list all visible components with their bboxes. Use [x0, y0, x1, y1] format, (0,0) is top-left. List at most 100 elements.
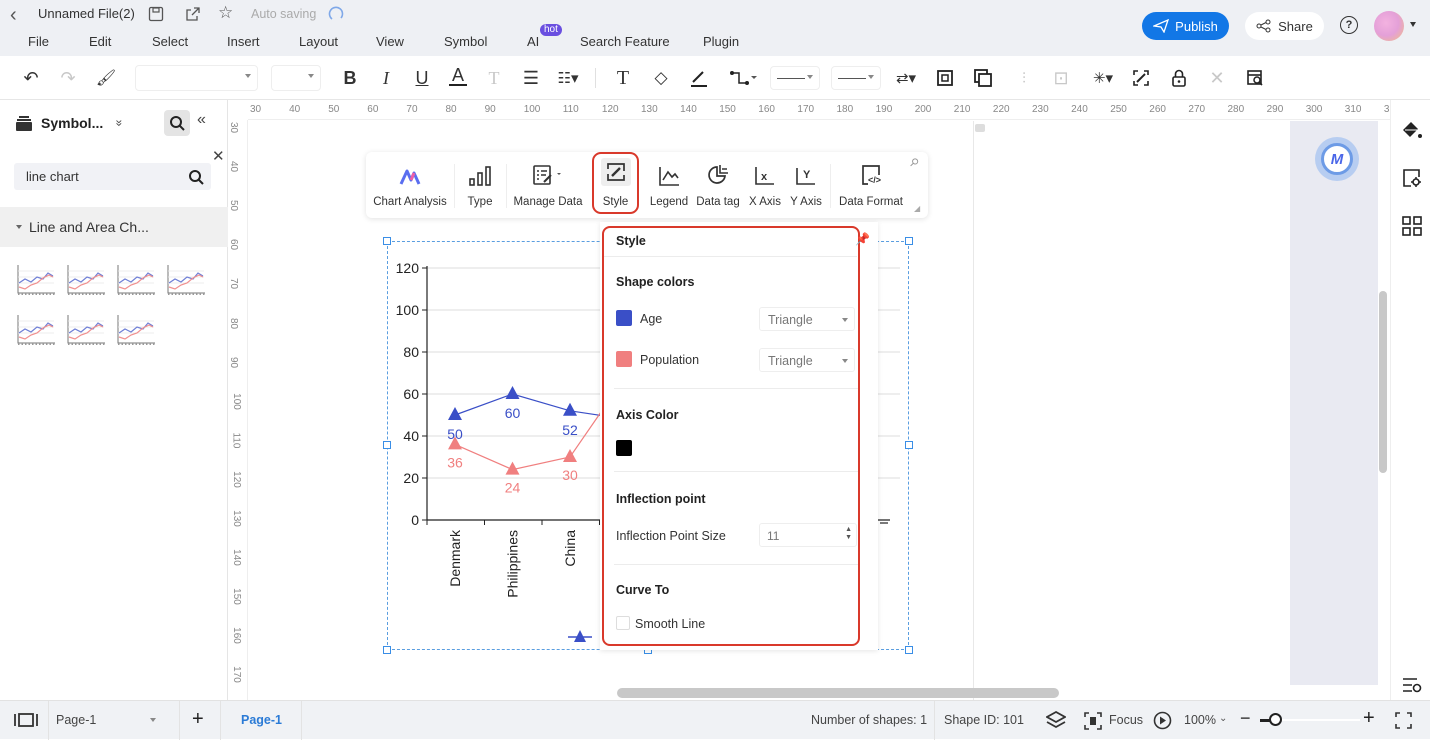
- horizontal-scrollbar[interactable]: [617, 688, 1059, 698]
- file-name[interactable]: Unnamed File(2): [38, 6, 135, 21]
- font-size-select[interactable]: [271, 65, 321, 91]
- search-submit-icon[interactable]: [188, 169, 204, 185]
- send-back-icon[interactable]: [971, 66, 995, 90]
- inflection-size-input[interactable]: 11 ▲ ▼: [759, 523, 857, 547]
- pin-icon[interactable]: ⚲: [907, 155, 922, 170]
- font-family-select[interactable]: [135, 65, 258, 91]
- line-style-select[interactable]: [770, 66, 820, 90]
- text-style-icon[interactable]: T: [482, 66, 506, 90]
- line-weight-select[interactable]: [831, 66, 881, 90]
- vertical-scrollbar[interactable]: [1379, 291, 1387, 473]
- chart-analysis-button[interactable]: Chart Analysis: [372, 152, 448, 218]
- add-page-icon[interactable]: +: [192, 708, 204, 731]
- menu-layout[interactable]: Layout: [299, 34, 338, 49]
- page-panel-icon[interactable]: [14, 712, 38, 728]
- axis-color-swatch[interactable]: [616, 440, 632, 456]
- layers-icon[interactable]: [1046, 711, 1066, 729]
- resize-handle-bl[interactable]: [383, 646, 391, 654]
- shape-settings-icon[interactable]: [1402, 168, 1422, 188]
- resize-grip-icon[interactable]: ◢: [914, 204, 920, 213]
- expand-chevron-icon[interactable]: »: [112, 120, 126, 127]
- resize-handle-tr[interactable]: [905, 237, 913, 245]
- symbol-thumbnail[interactable]: [165, 263, 207, 300]
- age-color-swatch[interactable]: [616, 310, 632, 326]
- underline-icon[interactable]: U: [410, 66, 434, 90]
- lock-icon[interactable]: [1167, 66, 1191, 90]
- align-distribute-icon[interactable]: ⫶: [1012, 66, 1036, 90]
- zoom-level[interactable]: 100%: [1184, 713, 1216, 727]
- data-tag-button[interactable]: Data tag: [694, 152, 742, 218]
- symbol-thumbnail[interactable]: [15, 313, 57, 350]
- symbol-thumbnail[interactable]: [115, 263, 157, 300]
- back-chevron-icon[interactable]: ‹: [10, 4, 17, 27]
- zoom-in-icon[interactable]: +: [1363, 707, 1375, 730]
- x-axis-button[interactable]: x X Axis: [745, 152, 785, 218]
- menu-file[interactable]: File: [28, 34, 49, 49]
- menu-symbol[interactable]: Symbol: [444, 34, 487, 49]
- arrow-style-icon[interactable]: ⇄▾: [891, 66, 921, 90]
- fullscreen-icon[interactable]: [1395, 712, 1412, 729]
- format-painter-icon[interactable]: 🖌: [94, 66, 118, 90]
- category-line-area[interactable]: Line and Area Ch...: [0, 207, 228, 247]
- page-select-value[interactable]: Page-1: [56, 713, 96, 727]
- undo-icon[interactable]: ↶: [19, 66, 43, 90]
- publish-button[interactable]: Publish: [1142, 12, 1229, 40]
- resize-handle-tl[interactable]: [383, 237, 391, 245]
- age-shape-select[interactable]: Triangle: [759, 307, 855, 331]
- bold-icon[interactable]: B: [338, 66, 362, 90]
- redo-icon[interactable]: ↷: [56, 66, 80, 90]
- avatar-caret-icon[interactable]: [1410, 22, 1416, 27]
- edit-shape-icon[interactable]: [1129, 66, 1153, 90]
- panel-pin-icon[interactable]: 📌: [855, 232, 870, 246]
- page-tab-active[interactable]: Page-1: [241, 713, 282, 727]
- star-icon[interactable]: ☆: [218, 3, 233, 23]
- menu-select[interactable]: Select: [152, 34, 188, 49]
- sidebar-search-button[interactable]: [164, 110, 190, 136]
- close-search-icon[interactable]: ✕: [212, 147, 225, 165]
- zoom-out-icon[interactable]: −: [1240, 708, 1251, 729]
- style-button[interactable]: Style: [595, 152, 636, 218]
- symbol-search-input[interactable]: line chart: [14, 163, 211, 190]
- menu-ai[interactable]: AI: [527, 34, 539, 49]
- focus-icon[interactable]: [1084, 712, 1102, 730]
- line-color-icon[interactable]: [687, 66, 711, 90]
- page-select-caret-icon[interactable]: [150, 718, 156, 722]
- zoom-slider-handle[interactable]: [1269, 713, 1282, 726]
- user-avatar[interactable]: [1374, 11, 1404, 41]
- menu-search-feature[interactable]: Search Feature: [580, 34, 670, 49]
- menu-edit[interactable]: Edit: [89, 34, 111, 49]
- export-icon[interactable]: [185, 6, 201, 22]
- y-axis-button[interactable]: Y Y Axis: [786, 152, 826, 218]
- symbol-thumbnail[interactable]: [115, 313, 157, 350]
- connector-icon[interactable]: [728, 66, 758, 90]
- symbol-thumbnail[interactable]: [65, 263, 107, 300]
- help-icon[interactable]: ?: [1340, 16, 1358, 34]
- grid-apps-icon[interactable]: [1402, 216, 1422, 236]
- line-spacing-icon[interactable]: ☷▾: [556, 66, 580, 90]
- symbol-thumbnail[interactable]: [15, 263, 57, 300]
- collapse-sidebar-icon[interactable]: «: [197, 111, 206, 129]
- sidebar-title[interactable]: Symbol...: [41, 115, 103, 131]
- menu-insert[interactable]: Insert: [227, 34, 260, 49]
- page-handle[interactable]: [975, 124, 985, 132]
- data-format-button[interactable]: </> Data Format: [834, 152, 908, 218]
- resize-handle-br[interactable]: [905, 646, 913, 654]
- fill-icon[interactable]: ◇: [649, 66, 673, 90]
- panel-settings-icon[interactable]: [1402, 676, 1422, 694]
- fill-bucket-icon[interactable]: [1401, 120, 1423, 142]
- smooth-line-checkbox[interactable]: [616, 616, 630, 630]
- bring-front-icon[interactable]: [933, 66, 957, 90]
- menu-view[interactable]: View: [376, 34, 404, 49]
- zoom-dropdown-icon[interactable]: ⌄: [1219, 713, 1227, 724]
- ai-assistant-button[interactable]: M: [1315, 137, 1359, 181]
- type-button[interactable]: Type: [458, 152, 502, 218]
- stepper-icon[interactable]: ▲ ▼: [845, 526, 852, 542]
- symbol-thumbnail[interactable]: [65, 313, 107, 350]
- italic-icon[interactable]: I: [374, 66, 398, 90]
- find-replace-icon[interactable]: [1243, 66, 1267, 90]
- legend-button[interactable]: Legend: [646, 152, 692, 218]
- effects-icon[interactable]: ✳▾: [1088, 66, 1118, 90]
- group-icon[interactable]: ⊡: [1049, 66, 1073, 90]
- focus-label[interactable]: Focus: [1109, 713, 1143, 727]
- play-presentation-icon[interactable]: [1153, 711, 1172, 730]
